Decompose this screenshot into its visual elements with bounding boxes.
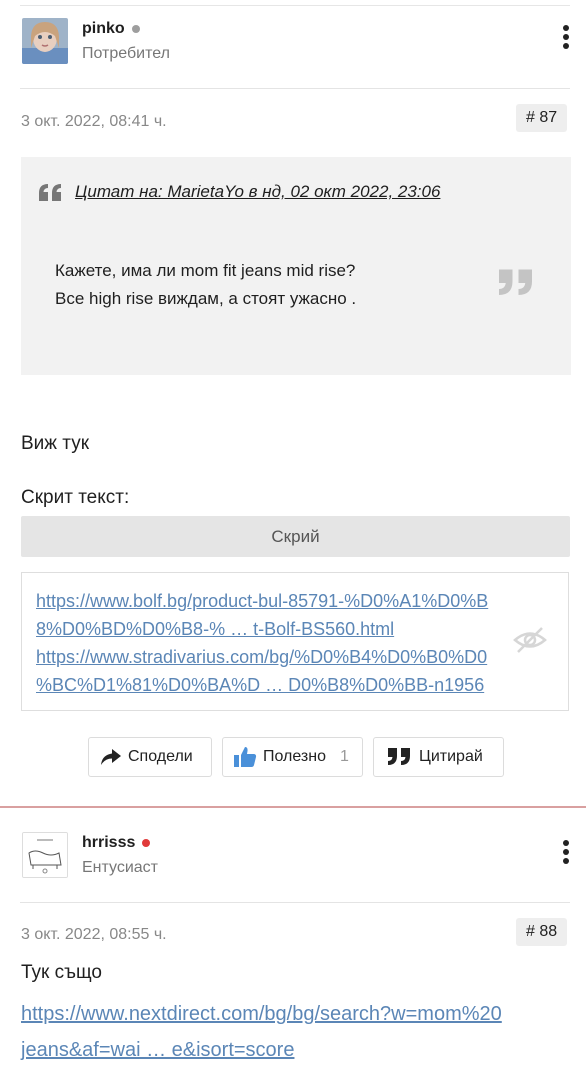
username[interactable]: hrrisss <box>82 834 151 852</box>
hide-button[interactable]: Скрий <box>21 516 570 557</box>
bolf-link-line-2[interactable]: 8%D0%BD%D0%B8-% … t-Bolf-BS560.html <box>36 615 488 643</box>
username-text[interactable]: pinko <box>82 20 125 38</box>
hidden-text-label: Скрит текст: <box>21 487 130 508</box>
stradivarius-link-line-2[interactable]: %BC%D1%81%D0%BA%D … D0%B8%D0%BB-n1956 <box>36 671 488 699</box>
share-label: Сподели <box>128 748 193 765</box>
eye-slash-icon <box>512 625 548 660</box>
user-role: Потребител <box>82 45 170 62</box>
username[interactable]: pinko <box>82 20 140 38</box>
header-divider <box>20 902 570 903</box>
useful-button[interactable]: Полезно 1 <box>222 737 363 777</box>
top-divider <box>20 5 570 6</box>
post-number[interactable]: # 88 <box>516 918 568 946</box>
user-role: Ентусиаст <box>82 859 158 876</box>
post-date: 3 окт. 2022, 08:41 ч. <box>21 113 167 130</box>
quote-author-link[interactable]: Цитат на: MarietaYo в нд, 02 окт 2022, 2… <box>75 182 440 202</box>
header-divider <box>20 88 570 89</box>
quote-line-1: Кажете, има ли mom fit jeans mid rise? <box>55 261 356 280</box>
quote-block: Цитат на: MarietaYo в нд, 02 окт 2022, 2… <box>21 157 571 375</box>
share-button[interactable]: Сподели <box>88 737 212 777</box>
post-number[interactable]: # 87 <box>516 104 568 132</box>
quote-close-icon <box>496 267 532 304</box>
nextdirect-link-line-1[interactable]: https://www.nextdirect.com/bg/bg/search?… <box>21 996 502 1032</box>
useful-count: 1 <box>340 748 349 765</box>
quote-button[interactable]: Цитирай <box>373 737 504 777</box>
hidden-content-box: https://www.bolf.bg/product-bul-85791-%D… <box>21 572 569 711</box>
post-text: Виж тук <box>21 433 90 454</box>
share-arrow-icon <box>101 749 121 765</box>
quote-icon <box>388 748 410 765</box>
quote-open-icon <box>39 184 63 207</box>
avatar[interactable] <box>22 18 68 64</box>
bolf-link-line-1[interactable]: https://www.bolf.bg/product-bul-85791-%D… <box>36 587 488 615</box>
quote-label: Цитирай <box>419 748 483 765</box>
username-text[interactable]: hrrisss <box>82 834 135 852</box>
post-date: 3 окт. 2022, 08:55 ч. <box>21 926 167 943</box>
post-divider <box>0 806 586 808</box>
kebab-menu-icon[interactable] <box>556 21 576 53</box>
kebab-menu-icon[interactable] <box>556 836 576 868</box>
offline-status-icon <box>131 25 140 33</box>
thumbs-up-icon <box>234 747 257 767</box>
post-text: Тук също <box>21 962 102 983</box>
stradivarius-link-line-1[interactable]: https://www.stradivarius.com/bg/%D0%B4%D… <box>36 643 488 671</box>
avatar[interactable] <box>22 832 68 878</box>
online-status-icon <box>142 839 151 847</box>
useful-label: Полезно <box>263 748 326 765</box>
quote-line-2: Все high rise виждам, а стоят ужасно . <box>55 289 357 308</box>
nextdirect-link-line-2[interactable]: jeans&af=wai … e&isort=score <box>21 1032 502 1068</box>
